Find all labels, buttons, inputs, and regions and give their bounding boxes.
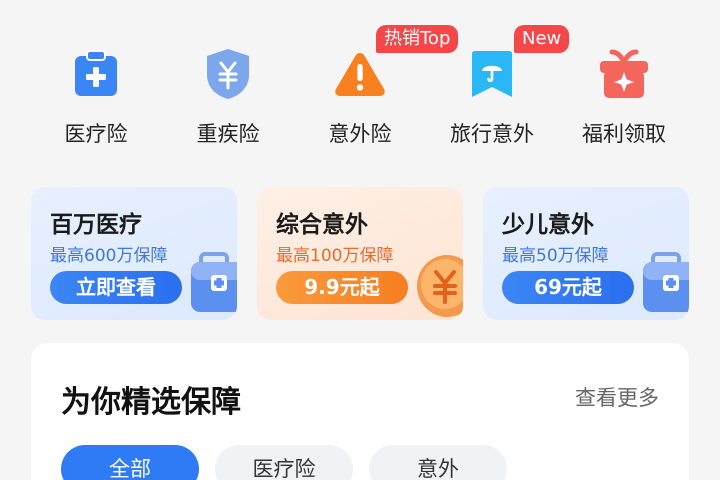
category-accident-insurance[interactable]: 热销Top 意外险	[294, 25, 459, 156]
yuan-coin-icon	[417, 252, 463, 320]
gift-icon	[596, 46, 652, 102]
category-label: 重疾险	[196, 122, 260, 146]
view-more-link[interactable]: 查看更多	[575, 382, 659, 412]
product-card-million-medical[interactable]: 百万医疗 最高600万保障 立即查看	[31, 187, 237, 320]
card-title: 百万医疗	[50, 212, 142, 238]
category-travel-accident[interactable]: New 旅行意外	[426, 25, 570, 156]
tab-medical[interactable]: 医疗险	[215, 445, 353, 480]
section-title: 为你精选保障	[61, 385, 241, 420]
shield-yuan-icon	[200, 46, 256, 102]
filter-tabs: 全部 医疗险 意外	[61, 445, 523, 480]
card-subtitle: 最高50万保障	[502, 246, 609, 266]
category-label: 福利领取	[582, 122, 666, 146]
category-icon-row: 医疗险 重疾险 热销Top 意外险 New 旅行意外 福利领取	[30, 25, 690, 156]
medical-kit-icon	[641, 248, 689, 320]
category-medical-insurance[interactable]: 医疗险	[30, 26, 162, 156]
card-subtitle: 最高100万保障	[276, 246, 394, 266]
product-cards: 百万医疗 最高600万保障 立即查看 综合意外 最高100万保障 9.9元起 少…	[31, 187, 689, 320]
view-now-button[interactable]: 立即查看	[50, 271, 182, 304]
card-subtitle: 最高600万保障	[50, 246, 168, 266]
medical-kit-icon	[189, 248, 237, 320]
card-title: 少儿意外	[502, 212, 594, 238]
product-card-comprehensive-accident[interactable]: 综合意外 最高100万保障 9.9元起	[257, 187, 463, 320]
featured-section: 为你精选保障 查看更多 全部 医疗险 意外	[31, 343, 689, 480]
warning-icon	[332, 46, 388, 102]
medical-clipboard-icon	[68, 46, 124, 102]
category-label: 医疗险	[64, 122, 128, 146]
category-label: 意外险	[328, 122, 392, 146]
price-from-button[interactable]: 9.9元起	[276, 271, 408, 304]
tab-all[interactable]: 全部	[61, 445, 199, 480]
umbrella-bookmark-icon	[464, 46, 520, 102]
card-title: 综合意外	[276, 212, 368, 238]
category-benefits[interactable]: 福利领取	[558, 26, 690, 156]
price-from-button[interactable]: 69元起	[502, 271, 634, 304]
category-label: 旅行意外	[450, 122, 534, 146]
category-critical-illness[interactable]: 重疾险	[162, 26, 294, 156]
tab-accident[interactable]: 意外	[369, 445, 507, 480]
product-card-child-accident[interactable]: 少儿意外 最高50万保障 69元起	[483, 187, 689, 320]
